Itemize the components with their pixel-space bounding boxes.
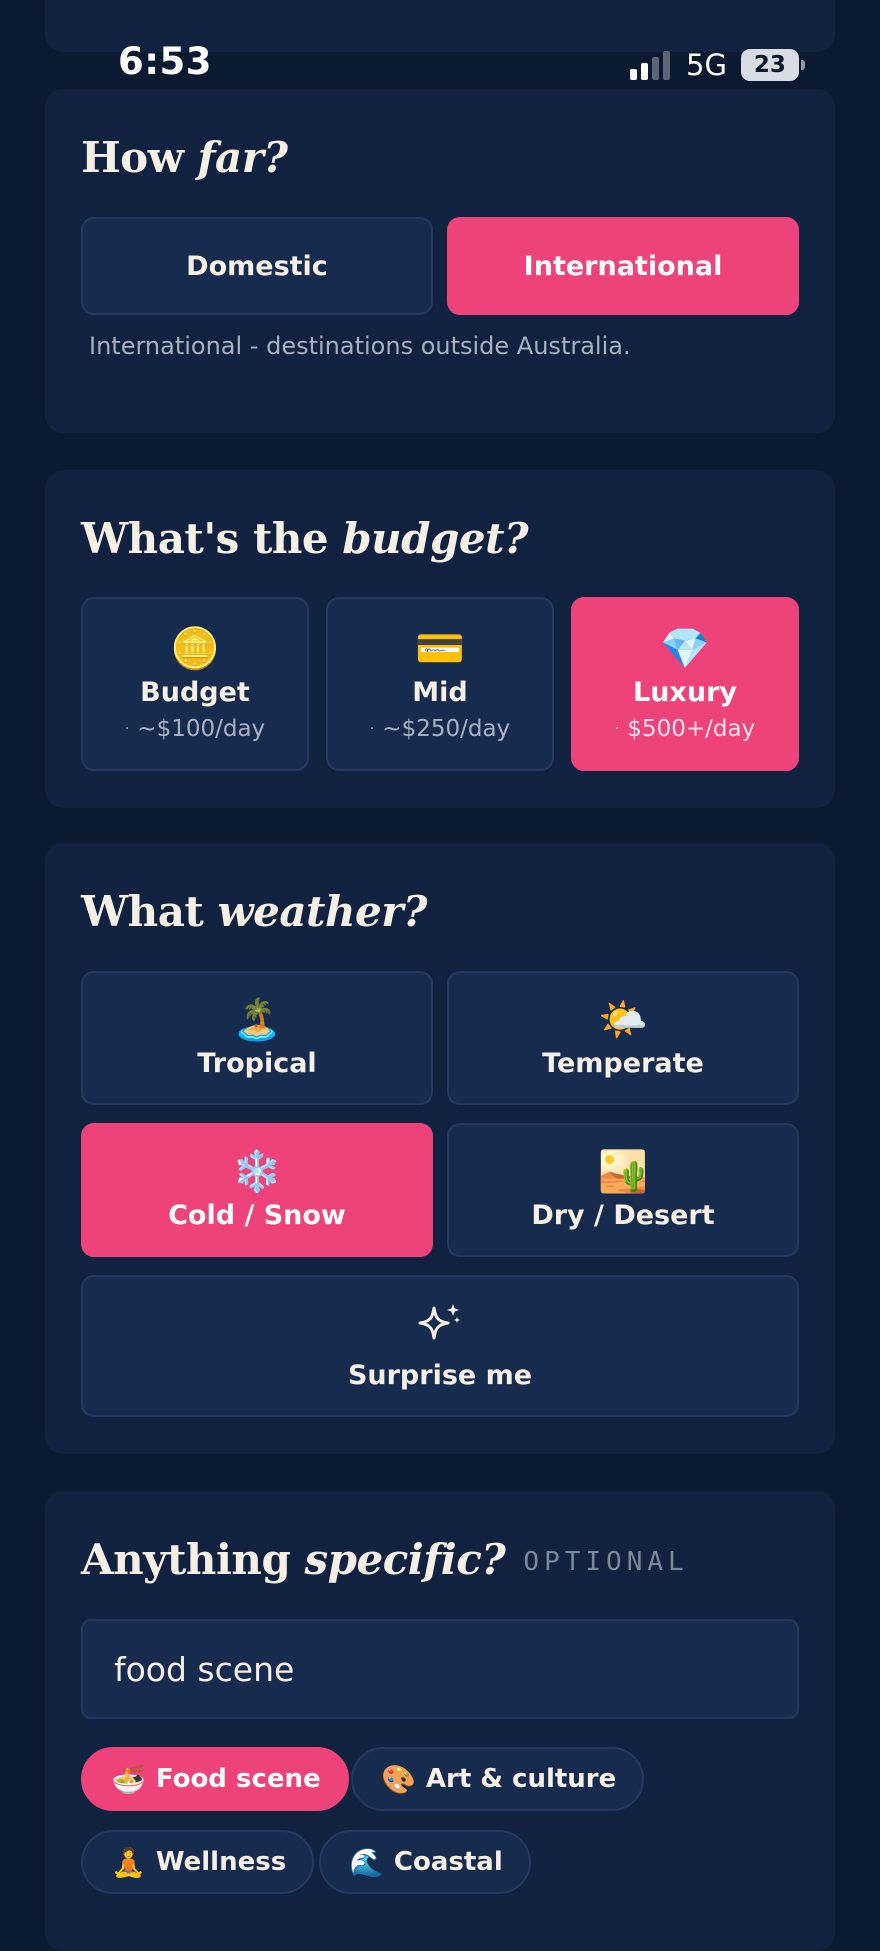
status-indicators: 5G 23	[630, 48, 805, 82]
noodle-bowl-icon: 🍜	[111, 1762, 146, 1796]
option-label: Tropical	[197, 1047, 317, 1079]
chip-art-culture[interactable]: 🎨 Art & culture	[351, 1747, 645, 1811]
weather-title: What weather?	[81, 887, 427, 936]
weather-option-cold-snow[interactable]: ❄️ Cold / Snow	[81, 1123, 433, 1257]
wave-icon: 🌊	[349, 1845, 384, 1879]
battery-level: 23	[753, 52, 786, 78]
option-label: Luxury	[633, 676, 737, 708]
budget-option-luxury[interactable]: 💎 Luxury · $500+/day	[571, 597, 799, 771]
sparkle-icon	[416, 1302, 464, 1348]
distance-title: How far?	[81, 133, 288, 182]
option-label: Surprise me	[347, 1359, 533, 1391]
battery-icon: 23	[740, 49, 805, 81]
meditation-icon: 🧘	[111, 1845, 146, 1879]
chip-label: Food scene	[155, 1764, 321, 1794]
distance-option-international[interactable]: International	[447, 217, 799, 315]
sun-cloud-icon: 🌤️	[598, 996, 648, 1043]
distance-helper-text: International - destinations outside Aus…	[89, 332, 631, 360]
chip-label: Coastal	[393, 1847, 503, 1877]
specific-card: Anything specific?OPTIONAL 🍜 Food scene …	[45, 1491, 835, 1951]
budget-option-mid[interactable]: 💳 Mid · ~$250/day	[326, 597, 554, 771]
budget-option-budget[interactable]: 🪙 Budget · ~$100/day	[81, 597, 309, 771]
weather-option-temperate[interactable]: 🌤️ Temperate	[447, 971, 799, 1105]
option-price: · ~$100/day	[124, 715, 266, 742]
specific-input[interactable]	[81, 1619, 799, 1719]
weather-card: What weather? 🏝️ Tropical 🌤️ Temperate ❄…	[45, 843, 835, 1454]
budget-title: What's the budget?	[81, 514, 529, 563]
distance-option-domestic[interactable]: Domestic	[81, 217, 433, 315]
option-price: · $500+/day	[614, 715, 756, 742]
chip-wellness[interactable]: 🧘 Wellness	[81, 1830, 315, 1894]
weather-option-surprise-me[interactable]: Surprise me	[81, 1275, 799, 1417]
coin-icon: 🪙	[170, 625, 220, 672]
option-price: · ~$250/day	[369, 715, 511, 742]
weather-option-dry-desert[interactable]: 🏜️ Dry / Desert	[447, 1123, 799, 1257]
chip-label: Art & culture	[425, 1764, 617, 1794]
chip-coastal[interactable]: 🌊 Coastal	[319, 1830, 531, 1894]
desert-icon: 🏜️	[598, 1148, 648, 1195]
network-type: 5G	[686, 48, 727, 82]
snowflake-icon: ❄️	[232, 1148, 282, 1195]
previous-section-card	[45, 0, 835, 52]
option-label: Dry / Desert	[531, 1199, 715, 1231]
gem-icon: 💎	[660, 625, 710, 672]
island-icon: 🏝️	[232, 996, 282, 1043]
credit-card-icon: 💳	[415, 625, 465, 672]
chip-food-scene[interactable]: 🍜 Food scene	[81, 1747, 349, 1811]
distance-card: How far? Domestic International Internat…	[45, 89, 835, 433]
optional-label: OPTIONAL	[523, 1547, 689, 1577]
option-label: Budget	[140, 676, 250, 708]
option-label: Mid	[412, 676, 468, 708]
option-label: Temperate	[542, 1047, 704, 1079]
specific-title: Anything specific? OPTIONAL	[81, 1535, 689, 1584]
palette-icon: 🎨	[381, 1762, 416, 1796]
option-label: Cold / Snow	[168, 1199, 346, 1231]
cellular-signal-icon	[630, 50, 670, 80]
option-label: International	[523, 250, 723, 282]
budget-card: What's the budget? 🪙 Budget · ~$100/day 💳…	[45, 470, 835, 808]
chip-label: Wellness	[155, 1847, 287, 1877]
weather-option-tropical[interactable]: 🏝️ Tropical	[81, 971, 433, 1105]
option-label: Domestic	[186, 250, 328, 282]
